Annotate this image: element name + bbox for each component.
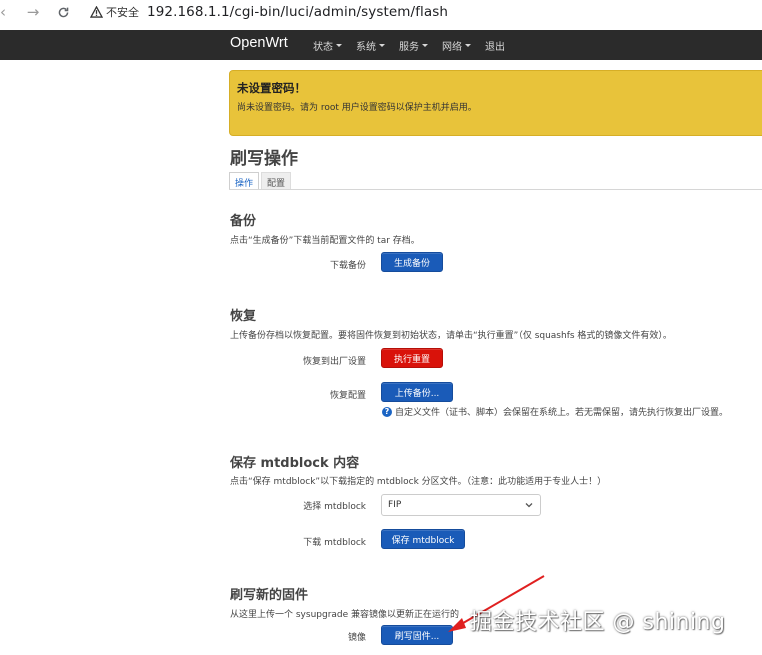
question-icon: ? xyxy=(382,406,392,417)
menu-item-label: 服务 xyxy=(399,41,419,53)
tab-bar: 操作 配置 xyxy=(229,172,292,190)
chevron-down-icon xyxy=(524,500,534,513)
restore-config-label: 恢复配置 xyxy=(329,391,366,401)
brand-logo[interactable]: OpenWrt xyxy=(230,35,288,51)
menu-item-logout[interactable]: 退出 xyxy=(485,38,505,53)
menu-item-label: 系统 xyxy=(356,41,376,53)
reload-icon[interactable] xyxy=(50,1,76,23)
select-mtdblock-label: 选择 mtdblock xyxy=(303,502,366,512)
mtdblock-section-title: 保存 mtdblock 内容 xyxy=(230,456,360,471)
mtdblock-select[interactable]: FIP xyxy=(381,494,541,516)
download-backup-label: 下载备份 xyxy=(329,261,366,271)
tab-actions[interactable]: 操作 xyxy=(229,172,260,190)
browser-address-bar: ‹ → 不安全 192.168.1.1/cgi-bin/luci/admin/s… xyxy=(0,0,762,24)
main-menu: 状态 系统 服务 网络 退出 xyxy=(313,30,505,60)
menu-item-services[interactable]: 服务 xyxy=(399,38,428,53)
omnibox[interactable]: 不安全 192.168.1.1/cgi-bin/luci/admin/syste… xyxy=(90,0,448,24)
backup-section-title: 备份 xyxy=(230,214,257,229)
restore-section-title: 恢复 xyxy=(230,309,257,324)
warning-triangle-icon xyxy=(90,6,103,18)
caret-down-icon xyxy=(465,44,471,47)
flash-section-title: 刷写新的固件 xyxy=(230,588,309,603)
caret-down-icon xyxy=(422,44,428,47)
upload-backup-button[interactable]: 上传备份... xyxy=(381,382,453,402)
mtdblock-description: 点击“保存 mtdblock”以下载指定的 mtdblock 分区文件。（注意：… xyxy=(230,477,607,487)
image-label: 镜像 xyxy=(347,633,366,643)
security-label: 不安全 xyxy=(106,6,139,19)
caret-down-icon xyxy=(379,44,385,47)
url-text[interactable]: 192.168.1.1/cgi-bin/luci/admin/system/fl… xyxy=(147,4,448,20)
alert-text: 尚未设置密码。请为 root 用户设置密码以保护主机并启用。 xyxy=(237,103,477,113)
menu-item-system[interactable]: 系统 xyxy=(356,38,385,53)
menu-item-label: 网络 xyxy=(442,41,462,53)
backup-description: 点击“生成备份”下载当前配置文件的 tar 存档。 xyxy=(230,236,420,246)
factory-reset-label: 恢复到出厂设置 xyxy=(302,357,366,367)
flash-description: 从这里上传一个 sysupgrade 兼容镜像以更新正在运行的 xyxy=(230,610,460,620)
alert-title: 未设置密码！ xyxy=(237,81,306,95)
top-navbar: OpenWrt 状态 系统 服务 网络 退出 xyxy=(0,30,762,60)
mtdblock-select-value: FIP xyxy=(388,500,402,510)
save-mtdblock-button[interactable]: 保存 mtdblock xyxy=(381,529,465,549)
menu-item-label: 状态 xyxy=(313,41,333,53)
forward-icon[interactable]: → xyxy=(20,1,46,23)
menu-item-label: 退出 xyxy=(485,41,505,53)
watermark-text: 掘金技术社区 @ shining xyxy=(470,610,726,635)
tab-divider xyxy=(229,189,762,190)
menu-item-status[interactable]: 状态 xyxy=(313,38,342,53)
tab-configuration[interactable]: 配置 xyxy=(261,172,292,190)
generate-backup-button[interactable]: 生成备份 xyxy=(381,252,443,272)
security-chip[interactable]: 不安全 xyxy=(90,4,139,20)
restore-description: 上传备份存档以恢复配置。要将固件恢复到初始状态，请单击“执行重置”（仅 squa… xyxy=(230,331,672,341)
download-mtdblock-label: 下载 mtdblock xyxy=(303,538,366,548)
restore-hint-text: 自定义文件（证书、脚本）会保留在系统上。若无需保留，请先执行恢复出厂设置。 xyxy=(395,408,729,418)
restore-hint: ? 自定义文件（证书、脚本）会保留在系统上。若无需保留，请先执行恢复出厂设置。 xyxy=(382,405,728,418)
perform-reset-button[interactable]: 执行重置 xyxy=(381,348,443,368)
back-icon[interactable]: ‹ xyxy=(0,1,6,23)
caret-down-icon xyxy=(336,44,342,47)
password-warning-alert: 未设置密码！ 尚未设置密码。请为 root 用户设置密码以保护主机并启用。 xyxy=(229,70,762,136)
menu-item-network[interactable]: 网络 xyxy=(442,38,471,53)
page-title: 刷写操作 xyxy=(230,149,298,169)
